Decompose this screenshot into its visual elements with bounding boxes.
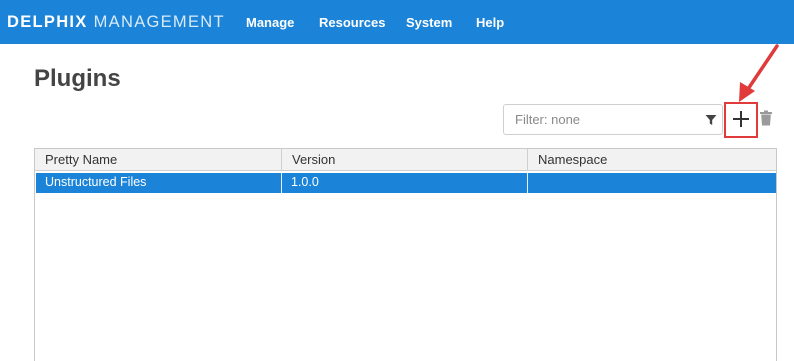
cell-pretty-name: Unstructured Files [36, 173, 282, 193]
cell-namespace [528, 173, 776, 193]
nav-item-resources[interactable]: Resources [319, 14, 385, 32]
filter-input[interactable] [504, 105, 700, 134]
nav-item-manage[interactable]: Manage [246, 14, 294, 32]
table-row[interactable]: Unstructured Files 1.0.0 [36, 173, 776, 193]
nav-item-help[interactable]: Help [476, 14, 504, 32]
brand-name-bold: DELPHIX [7, 13, 88, 31]
annotation-arrow [739, 44, 779, 102]
filter-field [503, 104, 723, 135]
trash-icon[interactable] [759, 110, 773, 126]
brand-name-light: MANAGEMENT [93, 13, 225, 31]
filter-icon[interactable] [705, 114, 717, 126]
column-header-pretty-name[interactable]: Pretty Name [35, 149, 282, 171]
column-header-version[interactable]: Version [282, 149, 528, 171]
plus-icon[interactable] [732, 110, 750, 128]
app-logo[interactable]: DELPHIX MANAGEMENT [7, 12, 225, 32]
page-title: Plugins [34, 65, 121, 92]
top-nav-bar: DELPHIX MANAGEMENT Manage Resources Syste… [0, 0, 794, 44]
nav-item-system[interactable]: System [406, 14, 452, 32]
table-header: Pretty Name Version Namespace [35, 149, 776, 171]
plugins-table: Pretty Name Version Namespace Unstructur… [34, 148, 777, 361]
cell-version: 1.0.0 [282, 173, 528, 193]
column-header-namespace[interactable]: Namespace [528, 149, 776, 171]
